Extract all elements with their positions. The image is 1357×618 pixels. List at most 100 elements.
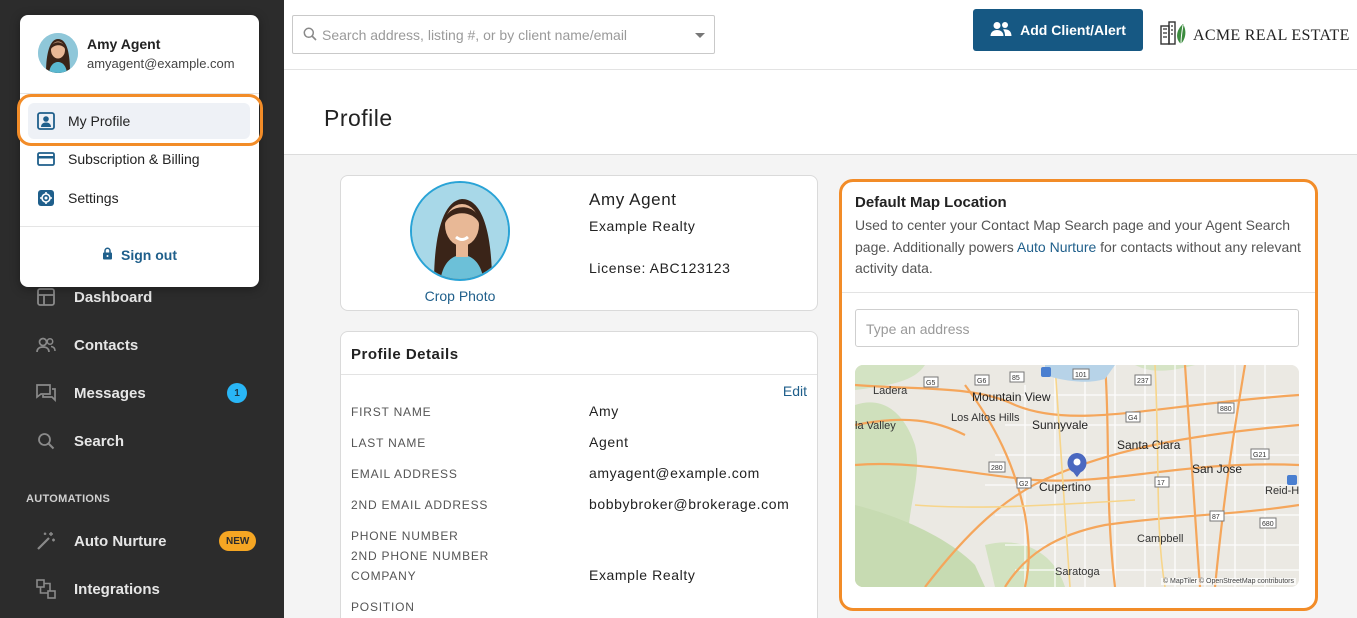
sidebar-item-integrations[interactable]: Integrations <box>0 569 284 609</box>
sidebar-item-label: Dashboard <box>74 288 153 306</box>
map-place-label: Campbell <box>1137 533 1183 545</box>
edit-profile-link[interactable]: Edit <box>783 383 807 399</box>
company-value: Example Realty <box>589 567 696 583</box>
sidebar-item-label: Auto Nurture <box>74 532 167 550</box>
road-shield-label: G6 <box>977 378 986 385</box>
profile-details-title: Profile Details <box>351 346 459 363</box>
map-location-description: Used to center your Contact Map Search p… <box>855 215 1305 280</box>
add-user-icon <box>990 21 1012 40</box>
gear-icon <box>37 189 55 207</box>
email-label: EMAIL ADDRESS <box>351 467 458 481</box>
email-value: amyagent@example.com <box>589 465 760 481</box>
map-location-title: Default Map Location <box>855 194 1007 211</box>
sidebar-item-label: Messages <box>74 384 146 402</box>
messages-icon <box>36 383 56 403</box>
search-icon <box>303 27 317 46</box>
page-title: Profile <box>324 105 393 131</box>
profile-photo[interactable] <box>410 181 510 281</box>
sidebar-item-label: Integrations <box>74 580 160 598</box>
profile-details-header: Profile Details <box>341 332 817 375</box>
user-email: amyagent@example.com <box>87 56 235 71</box>
magic-wand-icon <box>36 531 56 551</box>
last-name-label: LAST NAME <box>351 436 426 450</box>
second-email-label: 2ND EMAIL ADDRESS <box>351 498 489 512</box>
sidebar-section-label: AUTOMATIONS <box>26 493 111 505</box>
sidebar-item-contacts[interactable]: Contacts <box>0 325 284 365</box>
divider <box>842 292 1315 293</box>
map-place-label: Los Altos Hills <box>951 412 1020 424</box>
brand-logo: ACME REAL ESTATE <box>1159 20 1350 51</box>
integrations-icon <box>36 579 56 599</box>
add-client-alert-button[interactable]: Add Client/Alert <box>973 9 1143 51</box>
map-place-label: la Valley <box>855 420 896 432</box>
highlight-ring <box>17 94 263 146</box>
map-place-label: Mountain View <box>972 390 1051 404</box>
sign-out-button[interactable]: Sign out <box>20 247 259 263</box>
second-email-value: bobbybroker@brokerage.com <box>589 496 790 512</box>
position-label: POSITION <box>351 600 415 614</box>
road-shield-label: 280 <box>991 465 1003 472</box>
brand-name: ACME REAL ESTATE <box>1193 26 1350 44</box>
road-shield-label: 87 <box>1212 514 1220 521</box>
road-shield-label: 17 <box>1157 480 1165 487</box>
company-label: COMPANY <box>351 569 417 583</box>
building-leaf-icon <box>1159 20 1189 51</box>
address-input[interactable] <box>866 319 1286 339</box>
auto-nurture-link[interactable]: Auto Nurture <box>1017 239 1096 255</box>
road-shield-label: 101 <box>1075 372 1087 379</box>
map-place-label: San Jose <box>1192 462 1242 476</box>
page-header: Profile <box>284 70 1357 155</box>
first-name-value: Amy <box>589 403 619 419</box>
profile-company: Example Realty <box>589 218 696 234</box>
search-icon <box>36 431 56 451</box>
top-header: Add Client/Alert ACME REAL ESTATE <box>284 0 1357 70</box>
map-attribution: © MapTiler © OpenStreetMap contributors <box>1160 578 1296 585</box>
map-place-label: Ladera <box>873 385 908 397</box>
road-shield-label: 880 <box>1220 406 1232 413</box>
user-name: Amy Agent <box>87 36 161 52</box>
global-search[interactable] <box>292 15 715 54</box>
phone-label: PHONE NUMBER <box>351 529 459 543</box>
unread-badge: 1 <box>227 383 247 403</box>
sidebar-item-label: Search <box>74 432 125 450</box>
map-place-label: Cupertino <box>1039 480 1091 494</box>
road-shield-label: 85 <box>1012 375 1020 382</box>
search-input[interactable] <box>322 25 682 45</box>
contacts-icon <box>36 335 56 355</box>
sidebar-item-messages[interactable]: Messages 1 <box>0 373 284 413</box>
credit-card-icon <box>37 150 55 168</box>
sidebar-item-auto-nurture[interactable]: Auto Nurture NEW <box>0 521 284 561</box>
menu-item-subscription-billing[interactable]: Subscription & Billing <box>28 141 250 177</box>
road-shield-label: 237 <box>1137 378 1149 385</box>
dashboard-icon <box>36 287 56 307</box>
crop-photo-link[interactable]: Crop Photo <box>401 288 519 304</box>
first-name-label: FIRST NAME <box>351 405 432 419</box>
road-shield-label: G21 <box>1253 452 1266 459</box>
profile-summary-card: Crop Photo Amy Agent Example Realty Lice… <box>340 175 818 311</box>
menu-item-label: Subscription & Billing <box>68 151 200 167</box>
map-place-label: Santa Clara <box>1117 438 1181 452</box>
second-phone-label: 2ND PHONE NUMBER <box>351 549 490 563</box>
default-map-location-card: Default Map Location Used to center your… <box>839 179 1318 611</box>
menu-item-settings[interactable]: Settings <box>28 180 250 216</box>
avatar <box>38 33 78 73</box>
lock-icon <box>102 247 113 263</box>
road-shield-label: 680 <box>1262 521 1274 528</box>
add-client-alert-label: Add Client/Alert <box>1020 22 1126 38</box>
address-field[interactable] <box>855 309 1299 347</box>
map-view[interactable]: Ladera Mountain View Los Altos Hills la … <box>855 365 1299 587</box>
user-menu-dropdown: Amy Agent amyagent@example.com My Profil… <box>20 15 259 287</box>
road-shield-label: G5 <box>926 380 935 387</box>
last-name-value: Agent <box>589 434 629 450</box>
map-place-label: Sunnyvale <box>1032 418 1088 432</box>
profile-name: Amy Agent <box>589 190 677 209</box>
sidebar-item-search[interactable]: Search <box>0 421 284 461</box>
profile-details-card: Profile Details Edit FIRST NAME Amy LAST… <box>340 331 818 618</box>
sign-out-label: Sign out <box>121 247 177 263</box>
road-shield-label: G2 <box>1019 481 1028 488</box>
road-shield-label: G4 <box>1128 415 1137 422</box>
divider <box>20 226 259 227</box>
chevron-down-icon[interactable] <box>695 33 705 38</box>
profile-license: License: ABC123123 <box>589 260 731 276</box>
sidebar-item-label: Contacts <box>74 336 139 354</box>
